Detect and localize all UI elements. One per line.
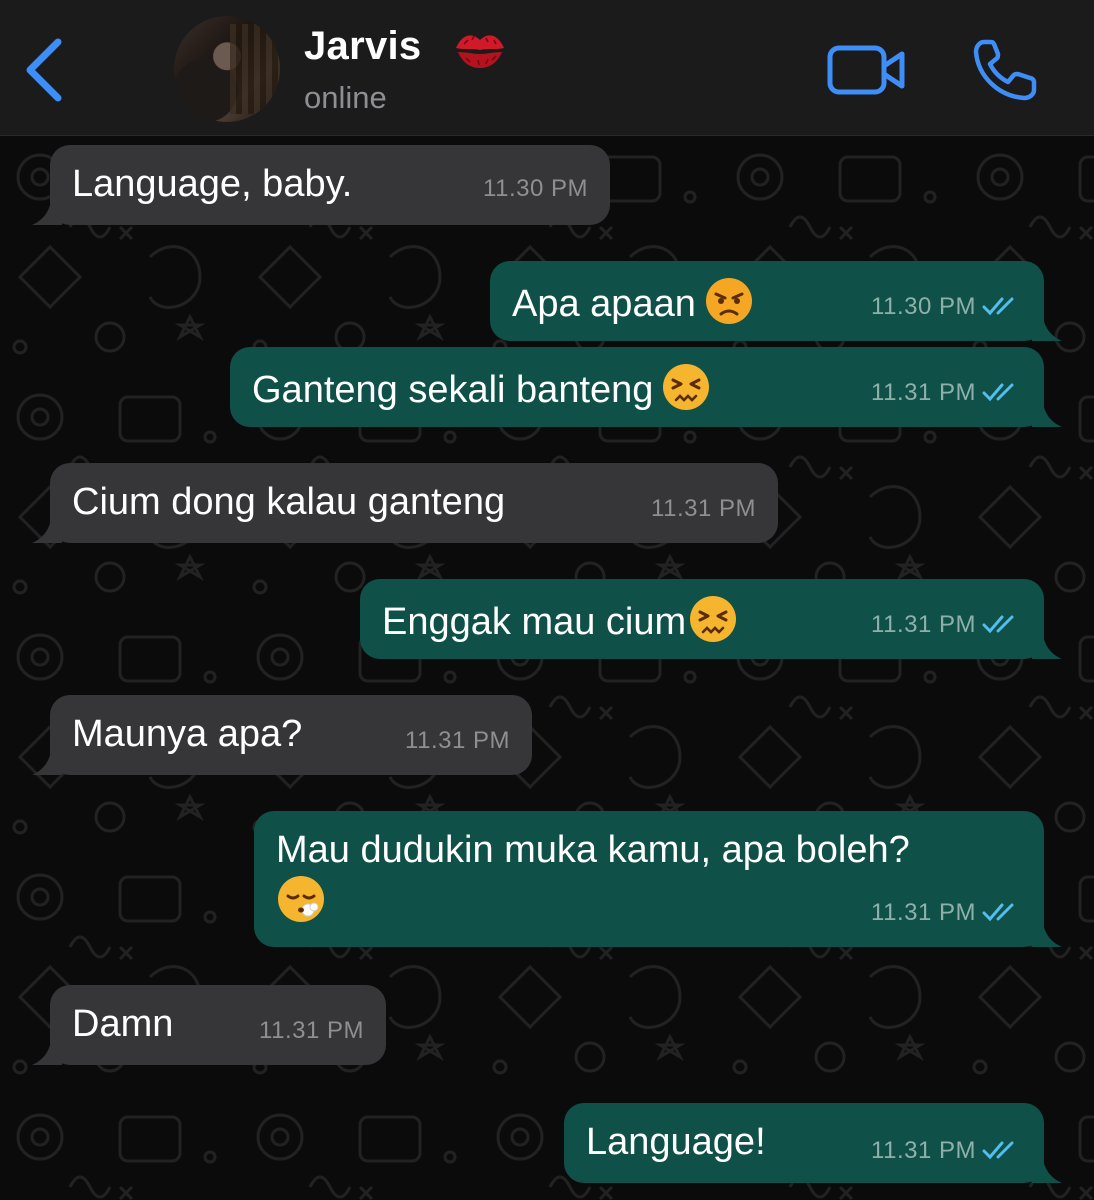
bubble-tail	[1032, 307, 1062, 341]
message-meta: 11.31 PM	[871, 601, 1020, 649]
pouting-face-icon	[705, 278, 752, 324]
confounded-face-icon	[690, 596, 737, 642]
message-time: 11.31 PM	[871, 611, 976, 638]
message-text: Ganteng sekali banteng	[252, 369, 654, 411]
message-time: 11.31 PM	[871, 1137, 976, 1164]
message-text-wrap: Apa apaan	[512, 276, 754, 328]
back-button[interactable]	[18, 30, 78, 110]
contact-avatar[interactable]	[174, 16, 280, 122]
message-incoming[interactable]: Cium dong kalau ganteng 11.31 PM	[32, 463, 778, 543]
phone-icon	[973, 39, 1037, 101]
video-call-button[interactable]	[826, 42, 906, 98]
message-text-wrap: Ganteng sekali banteng	[252, 362, 711, 414]
chat-header: Jarvis online	[0, 0, 1094, 136]
double-check-icon	[982, 297, 1014, 316]
message-text: Maunya apa?	[72, 713, 303, 755]
message-time: 11.31 PM	[259, 1017, 364, 1044]
contact-status: online	[304, 80, 387, 115]
message-text: Cium dong kalau ganteng	[72, 481, 506, 523]
bubble-tail	[1032, 1149, 1062, 1183]
contact-name[interactable]: Jarvis	[304, 24, 421, 69]
message-incoming[interactable]: Language, baby. 11.30 PM	[32, 145, 610, 225]
video-camera-icon	[827, 45, 905, 95]
bubble-tail	[32, 191, 62, 225]
message-incoming[interactable]: Maunya apa? 11.31 PM	[32, 695, 532, 775]
message-meta: 11.30 PM	[871, 283, 1020, 331]
double-check-icon	[982, 903, 1014, 922]
message-time: 11.30 PM	[871, 293, 976, 320]
message-outgoing[interactable]: Enggak mau cium 11.31 PM	[360, 579, 1062, 659]
message-outgoing[interactable]: Apa apaan 11.30 PM	[490, 261, 1062, 341]
message-meta: 11.31 PM	[871, 369, 1020, 417]
bubble-tail	[1032, 393, 1062, 427]
message-text: Mau dudukin muka kamu, apa boleh?	[276, 829, 910, 871]
kiss-mark-icon	[456, 35, 504, 68]
voice-call-button[interactable]	[970, 36, 1040, 104]
message-text: Apa apaan	[512, 283, 696, 325]
confounded-face-icon	[663, 364, 710, 410]
message-text-wrap: Enggak mau cium	[382, 594, 738, 646]
message-meta: 11.31 PM	[871, 889, 1020, 937]
chevron-left-icon	[26, 38, 62, 102]
message-outgoing[interactable]: Language! 11.31 PM	[564, 1103, 1062, 1183]
double-check-icon	[982, 383, 1014, 402]
message-meta: 11.31 PM	[871, 1127, 1020, 1175]
message-time: 11.31 PM	[651, 495, 756, 522]
bubble-tail	[32, 741, 62, 775]
message-outgoing[interactable]: Mau dudukin muka kamu, apa boleh? 11.31 …	[254, 811, 1062, 947]
message-incoming[interactable]: Damn 11.31 PM	[32, 985, 386, 1065]
double-check-icon	[982, 1141, 1014, 1160]
message-text: Language!	[586, 1121, 766, 1163]
message-text: Language, baby.	[72, 163, 353, 205]
bubble-tail	[1032, 913, 1062, 947]
message-list[interactable]: Language, baby. 11.30 PM Apa apaan 11.30…	[0, 137, 1094, 1200]
message-text: Enggak mau cium	[382, 601, 687, 643]
message-time: 11.30 PM	[483, 175, 588, 202]
message-time: 11.31 PM	[871, 899, 976, 926]
message-time: 11.31 PM	[871, 379, 976, 406]
message-text: Damn	[72, 1003, 174, 1045]
message-outgoing[interactable]: Ganteng sekali banteng 11.31 PM	[230, 347, 1062, 427]
double-check-icon	[982, 615, 1014, 634]
message-time: 11.31 PM	[405, 727, 510, 754]
face-exhaling-icon	[278, 876, 324, 922]
bubble-tail	[1032, 625, 1062, 659]
bubble-tail	[32, 509, 62, 543]
bubble-tail	[32, 1031, 62, 1065]
